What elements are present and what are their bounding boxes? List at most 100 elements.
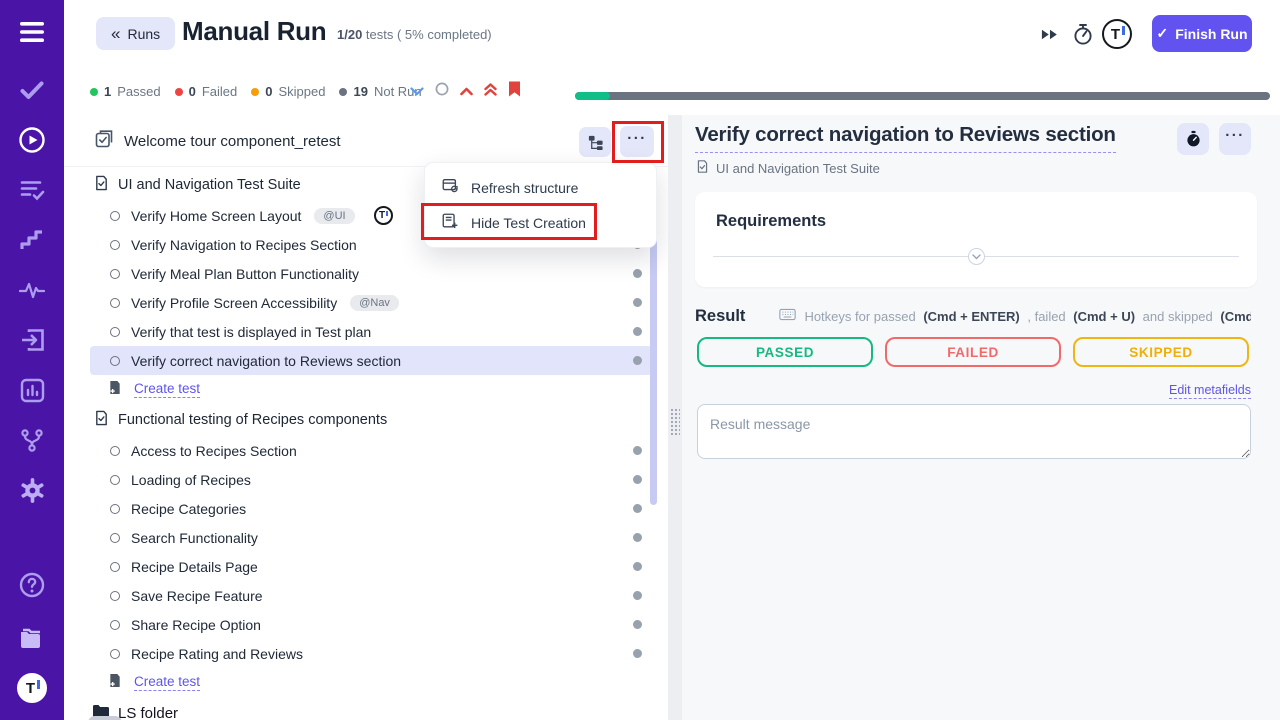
test-row[interactable]: Recipe Rating and Reviews [90,639,652,668]
test-row[interactable]: Save Recipe Feature [90,581,652,610]
tree-structure-icon [587,134,604,151]
chevron-down-icon [972,254,981,260]
sign-in-icon[interactable] [0,320,64,360]
skipped-dot-icon [251,88,259,96]
notrun-dot-icon [339,88,347,96]
create-test-link[interactable]: Create test [134,381,200,398]
hide-test-creation-icon [441,212,459,233]
chevron-down-icon[interactable] [410,83,424,101]
hotkeys-text: , failed [1024,309,1070,324]
skipped-label: Skipped [279,84,326,99]
stopwatch-solid-icon [1185,130,1202,148]
check-icon[interactable] [0,70,64,110]
chevron-up-icon[interactable] [460,83,473,101]
test-detail-title[interactable]: Verify correct navigation to Reviews sec… [695,123,1116,153]
result-heading: Result [695,307,745,326]
pulse-icon[interactable] [0,270,64,310]
test-label: Recipe Details Page [131,559,258,575]
menu-item-refresh-structure[interactable]: Refresh structure [425,170,656,205]
fast-forward-icon[interactable] [1040,0,1059,68]
test-label: Verify correct navigation to Reviews sec… [131,353,401,369]
passed-count: 1 [104,84,111,99]
create-test-row[interactable]: Create test [90,375,652,404]
double-chevron-up-icon[interactable] [484,83,497,101]
gear-icon[interactable] [0,470,64,510]
circle-outline-icon[interactable] [435,82,449,101]
app-logo[interactable]: T [0,668,64,708]
steps-icon[interactable] [0,220,64,260]
test-status-circle-icon [110,562,120,572]
structure-view-button[interactable] [579,127,611,157]
tests-ratio: 1/20 [337,27,362,42]
page-title: Manual Run [182,16,326,47]
create-test-row[interactable]: Create test [90,668,652,697]
not-run-dot [633,327,642,336]
run-title-row: Welcome tour component_retest [94,129,341,153]
timer-button[interactable] [1177,123,1209,155]
file-plus-icon [108,380,122,400]
list-check-icon[interactable] [0,170,64,210]
test-status-circle-icon [110,591,120,601]
bookmark-icon[interactable] [508,81,521,102]
result-message-input[interactable] [697,404,1251,459]
test-row[interactable]: Share Recipe Option [90,610,652,639]
keyboard-icon [779,308,796,324]
test-row[interactable]: Verify Profile Screen Accessibility @Nav [90,288,652,317]
test-status-circle-icon [110,446,120,456]
passed-button[interactable]: PASSED [697,337,873,367]
test-status-circle-icon [110,240,120,250]
menu-item-label: Refresh structure [471,180,578,196]
folder-row[interactable]: LS folder [90,697,652,720]
skipped-button[interactable]: SKIPPED [1073,337,1249,367]
test-row[interactable]: Loading of Recipes [90,465,652,494]
not-run-dot [633,504,642,513]
branch-icon[interactable] [0,420,64,460]
panel-resize-gutter[interactable] [668,115,682,720]
failed-count: 0 [189,84,196,99]
test-tag-badge: @UI [314,208,354,224]
test-label: Recipe Rating and Reviews [131,646,303,662]
test-row-selected[interactable]: Verify correct navigation to Reviews sec… [90,346,652,375]
suite-row[interactable]: Functional testing of Recipes components [90,404,652,436]
edit-metafields-link[interactable]: Edit metafields [1169,383,1251,399]
test-more-actions-button[interactable]: ··· [1219,123,1251,155]
play-circle-icon[interactable] [0,120,64,160]
finish-run-label: Finish Run [1175,26,1247,42]
finish-run-button[interactable]: ✓ Finish Run [1152,15,1252,52]
run-header: Welcome tour component_retest ··· [64,115,668,167]
back-to-runs-button[interactable]: « Runs [96,17,175,50]
failed-button[interactable]: FAILED [885,337,1061,367]
test-row[interactable]: Verify Meal Plan Button Functionality [90,259,652,288]
test-row[interactable]: Recipe Categories [90,494,652,523]
suite-label: UI and Navigation Test Suite [118,177,301,193]
menu-item-hide-test-creation[interactable]: Hide Test Creation [425,205,656,240]
file-plus-icon [108,673,122,693]
test-row[interactable]: Verify that test is displayed in Test pl… [90,317,652,346]
requirements-card: Requirements [695,192,1257,287]
test-status-circle-icon [110,327,120,337]
hamburger-menu-icon[interactable] [0,12,64,52]
not-run-dot [633,620,642,629]
double-chevron-left-icon: « [111,24,120,44]
create-test-link[interactable]: Create test [134,674,200,691]
suite-more-actions-button[interactable]: ··· [620,126,654,157]
test-row[interactable]: Search Functionality [90,523,652,552]
notrun-count: 19 [353,84,367,99]
test-label: Verify Meal Plan Button Functionality [131,266,359,282]
top-bar: « Runs Manual Run 1/20 tests ( 5% comple… [64,0,1280,68]
folder-icon[interactable] [0,618,64,658]
run-progress-fill [575,92,610,100]
skipped-count: 0 [265,84,272,99]
test-row[interactable]: Recipe Details Page [90,552,652,581]
not-run-dot [633,298,642,307]
menu-item-label: Hide Test Creation [471,215,586,231]
stopwatch-icon[interactable] [1072,0,1094,68]
test-suite-breadcrumb: UI and Navigation Test Suite [696,159,880,177]
bar-chart-icon[interactable] [0,370,64,410]
test-row[interactable]: Access to Recipes Section [90,436,652,465]
failed-dot-icon [175,88,183,96]
expand-requirements-button[interactable] [968,248,985,265]
not-run-dot [633,356,642,365]
check-icon: ✓ [1156,25,1168,42]
help-circle-icon[interactable] [0,565,64,605]
